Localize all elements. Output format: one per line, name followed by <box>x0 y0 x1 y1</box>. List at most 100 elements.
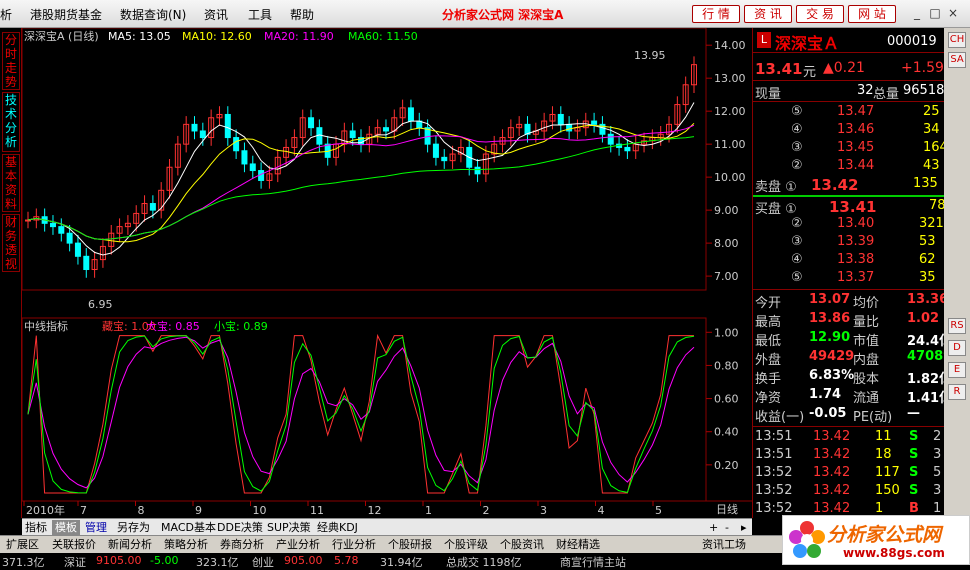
stat-value: 12.90 <box>809 330 851 345</box>
stat-label: PE(动) <box>853 410 893 425</box>
tab-template[interactable]: 模板 <box>52 520 80 535</box>
candle-body <box>249 163 256 172</box>
zoom-in-button[interactable]: + <box>706 520 721 535</box>
buy-price: 13.37 <box>837 270 875 285</box>
x-tick-label: 2 <box>483 504 490 517</box>
tab-extension[interactable]: 扩展区 <box>6 538 39 552</box>
tab-dde[interactable]: DDE决策 <box>214 520 266 535</box>
news-button[interactable]: 资 讯 <box>744 5 792 23</box>
flower-logo-icon <box>789 521 825 558</box>
tab-industry-chain[interactable]: 产业分析 <box>276 538 320 552</box>
scroll-right-button[interactable]: ▸ <box>738 520 750 535</box>
tab-related-quote[interactable]: 关联报价 <box>52 538 96 552</box>
tick-volume: 117 <box>875 465 900 480</box>
tab-stock-rating[interactable]: 个股评级 <box>444 538 488 552</box>
site-logo: 分析家公式网 www.88gs.com <box>782 515 970 565</box>
tab-news-analysis[interactable]: 新闻分析 <box>108 538 152 552</box>
menu-item-hk-futures[interactable]: 港股期货基金 <box>30 6 102 23</box>
tab-manage[interactable]: 管理 <box>82 520 110 535</box>
tab-broker[interactable]: 券商分析 <box>220 538 264 552</box>
tab-kdj[interactable]: 经典KDJ <box>314 520 361 535</box>
tab-save-as[interactable]: 另存为 <box>114 520 153 535</box>
buy-volume: 321 <box>919 216 944 231</box>
buy-price: 13.40 <box>837 216 875 231</box>
tab-sector[interactable]: 行业分析 <box>332 538 376 552</box>
candle-body <box>407 107 414 122</box>
tick-row: 13:52 13.42 117 S 5 <box>753 465 945 483</box>
quote-panel: L 深深宝Ａ 000019 13.41 元 ▲0.21 +1.59 现量 32 … <box>752 28 952 518</box>
side-button-e[interactable]: E <box>948 362 966 378</box>
tab-macd[interactable]: MACD基本 <box>158 520 219 535</box>
sell-price: 13.45 <box>837 140 875 155</box>
side-button-r[interactable]: R <box>948 384 966 400</box>
menu-item-tools[interactable]: 工具 <box>248 6 272 23</box>
candle-body <box>432 143 439 158</box>
stock-chart[interactable]: 14.00 13.00 12.00 11.00 10.00 9.00 8.00 7.00 1.0… <box>22 28 752 518</box>
tab-stock-news[interactable]: 个股资讯 <box>500 538 544 552</box>
side-button-ch[interactable]: CH <box>948 32 966 48</box>
x-tick-label: 3 <box>540 504 547 517</box>
tab-sup[interactable]: SUP决策 <box>264 520 314 535</box>
y-tick-label: 10.00 <box>714 171 746 184</box>
status-sz-change: -5.00 <box>150 554 179 567</box>
candle-body <box>474 166 481 175</box>
tab-basic-info[interactable]: 基本资料 <box>2 154 20 212</box>
zoom-out-button[interactable]: - <box>722 520 732 535</box>
sub-tick-label: 0.20 <box>714 459 739 472</box>
side-button-sa[interactable]: SA <box>948 52 966 68</box>
tab-technical-analysis[interactable]: 技术分析 <box>2 92 20 152</box>
candle-body <box>83 255 90 271</box>
tick-time: 13:52 <box>755 483 793 498</box>
xianliang-label: 现量 <box>755 87 782 102</box>
side-button-rs[interactable]: RS <box>948 318 966 334</box>
sell-level: ⑤ <box>791 104 803 119</box>
minimize-icon[interactable]: _ <box>910 5 924 21</box>
tick-side: S <box>909 465 919 480</box>
stat-label: 最高 <box>755 315 782 330</box>
period-label[interactable]: 日线 <box>716 502 738 516</box>
zongliang-label: 总量 <box>873 87 900 102</box>
x-tick-label: 10 <box>253 504 267 517</box>
sell-price: 13.46 <box>837 122 875 137</box>
sell-row: ③ 13.45 164 <box>753 140 948 158</box>
website-button[interactable]: 网 站 <box>848 5 896 23</box>
candle-body <box>149 203 156 211</box>
stat-row: 换手 6.83% 股本 1.82亿 <box>753 368 952 387</box>
candle-body <box>607 133 614 145</box>
tick-price: 13.42 <box>813 483 851 498</box>
stat-value: 13.36 <box>907 292 949 307</box>
tab-financial[interactable]: 财务透视 <box>2 214 20 272</box>
close-icon[interactable]: × <box>946 5 960 21</box>
tab-strategy[interactable]: 策略分析 <box>164 538 208 552</box>
status-sz-index: 9105.00 <box>96 554 142 567</box>
buy-price: 13.41 <box>829 198 877 216</box>
menu-item-news[interactable]: 资讯 <box>204 6 228 23</box>
stat-value: 1.74 <box>809 387 842 402</box>
stat-label: 均价 <box>853 296 880 311</box>
trade-button[interactable]: 交 易 <box>796 5 844 23</box>
sell-row: ② 13.44 43 <box>753 158 945 176</box>
tab-time-sharing[interactable]: 分时走势 <box>2 32 20 90</box>
menu-item-analysis[interactable]: 析 <box>0 6 12 23</box>
tab-stock-research[interactable]: 个股研报 <box>388 538 432 552</box>
stat-label: 今开 <box>755 296 782 311</box>
sell-volume: 135 <box>913 176 938 191</box>
buy-row: ③ 13.39 53 <box>753 234 945 252</box>
quote-button[interactable]: 行 情 <box>692 5 740 23</box>
candle-body <box>233 137 240 152</box>
sub-series-a-line <box>27 333 694 494</box>
y-tick-label: 12.00 <box>714 105 746 118</box>
menu-item-data-query[interactable]: 数据查询(N) <box>120 6 186 23</box>
tab-info-workshop[interactable]: 资讯工场 <box>702 538 746 552</box>
maximize-icon[interactable]: □ <box>928 5 942 21</box>
sell-row: 卖盘 ① 13.42 135 <box>753 176 945 195</box>
candle-body <box>591 120 598 125</box>
candle-body <box>308 117 315 129</box>
side-button-d[interactable]: D <box>948 340 966 356</box>
x-tick-label: 8 <box>138 504 145 517</box>
tab-finance-picks[interactable]: 财经精选 <box>556 538 600 552</box>
tick-time: 13:51 <box>755 447 793 462</box>
stat-label: 换手 <box>755 372 782 387</box>
tab-indicator[interactable]: 指标 <box>22 520 50 535</box>
menu-item-help[interactable]: 帮助 <box>290 6 314 23</box>
